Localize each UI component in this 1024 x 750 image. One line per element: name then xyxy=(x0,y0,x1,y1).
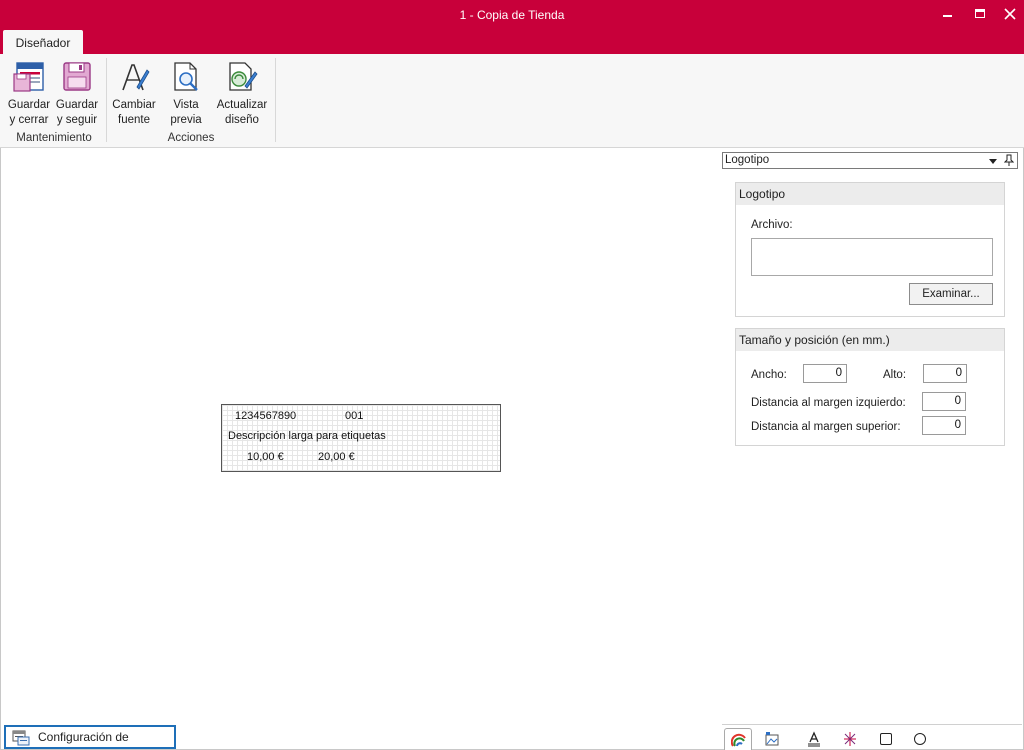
configuracion-etiqueta-label: Configuración de etiqueta xyxy=(38,730,129,744)
tab-disenador[interactable]: Diseñador xyxy=(3,30,83,54)
rectangle-icon xyxy=(880,733,892,745)
archivo-input[interactable] xyxy=(751,238,993,276)
rectangle-tool[interactable] xyxy=(872,728,900,750)
image-tool[interactable] xyxy=(758,728,786,750)
object-selector-value: Logotipo xyxy=(725,154,770,166)
alto-input[interactable]: 0 xyxy=(923,364,967,383)
cambiar-fuente-button[interactable]: Cambiar fuente xyxy=(111,60,157,128)
image-icon xyxy=(765,732,779,746)
pin-icon[interactable] xyxy=(1004,154,1014,166)
examinar-button[interactable]: Examinar... xyxy=(909,283,993,305)
title-bar: 1 - Copia de Tienda xyxy=(0,0,1024,30)
label-price2-field[interactable]: 20,00 € xyxy=(318,451,355,463)
label-design-canvas[interactable]: 1234567890 001 Descripción larga para et… xyxy=(221,404,501,472)
margen-superior-input[interactable]: 0 xyxy=(922,416,966,435)
label-settings-icon xyxy=(12,730,30,746)
cambiar-fuente-label: Cambiar fuente xyxy=(112,99,156,126)
font-icon xyxy=(122,64,150,91)
margen-izquierdo-input[interactable]: 0 xyxy=(922,392,966,411)
barcode-tool[interactable] xyxy=(836,728,864,750)
guardar-seguir-label: Guardar y seguir xyxy=(55,99,99,126)
minimize-icon xyxy=(943,15,952,17)
size-position-group-header: Tamaño y posición (en mm.) xyxy=(736,329,1004,351)
logotipo-group-header: Logotipo xyxy=(736,183,1004,205)
minimize-button[interactable] xyxy=(937,4,959,24)
circle-icon xyxy=(914,733,926,745)
configuracion-etiqueta-button[interactable]: Configuración de etiqueta xyxy=(4,725,176,749)
label-code-field[interactable]: 001 xyxy=(345,410,363,422)
maximize-button[interactable] xyxy=(969,4,991,24)
archivo-label: Archivo: xyxy=(751,219,793,231)
margen-izquierdo-label: Distancia al margen izquierdo: xyxy=(751,397,906,409)
save-close-icon xyxy=(13,62,44,92)
chevron-down-icon[interactable] xyxy=(989,159,997,164)
label-barcode-field[interactable]: 1234567890 xyxy=(235,410,296,422)
maximize-icon xyxy=(975,9,985,18)
group-acciones-label: Acciones xyxy=(167,132,215,144)
ribbon-separator xyxy=(106,58,107,142)
barcode-icon xyxy=(844,732,856,746)
label-description-field[interactable]: Descripción larga para etiquetas xyxy=(228,430,386,442)
actualizar-diseno-label: Actualizar diseño xyxy=(216,99,268,126)
vista-previa-label: Vista previa xyxy=(170,99,202,126)
preview-icon xyxy=(174,62,198,91)
ancho-label: Ancho: xyxy=(751,369,787,381)
close-icon xyxy=(1004,8,1016,20)
group-mantenimiento-label: Mantenimiento xyxy=(16,132,92,144)
close-button[interactable] xyxy=(999,4,1021,24)
save-icon xyxy=(63,62,91,91)
guardar-cerrar-button[interactable]: Guardar y cerrar xyxy=(6,60,52,128)
label-price1-field[interactable]: 10,00 € xyxy=(247,451,284,463)
guardar-seguir-button[interactable]: Guardar y seguir xyxy=(54,60,100,128)
text-icon xyxy=(808,731,820,747)
guardar-cerrar-label: Guardar y cerrar xyxy=(7,99,51,126)
margen-superior-label: Distancia al margen superior: xyxy=(751,421,901,433)
vista-previa-button[interactable]: Vista previa xyxy=(164,60,208,128)
text-tool[interactable] xyxy=(800,728,828,750)
alto-label: Alto: xyxy=(883,369,907,381)
tool-strip xyxy=(722,724,1022,750)
palette-tool[interactable] xyxy=(724,728,752,750)
ribbon-separator xyxy=(275,58,276,142)
actualizar-diseno-button[interactable]: Actualizar diseño xyxy=(214,60,270,128)
palette-icon xyxy=(731,733,746,747)
circle-tool[interactable] xyxy=(906,728,934,750)
refresh-design-icon xyxy=(229,62,258,91)
object-selector-dropdown[interactable]: Logotipo xyxy=(722,152,1018,169)
window-title: 1 - Copia de Tienda xyxy=(459,8,565,22)
ancho-input[interactable]: 0 xyxy=(803,364,847,383)
ribbon-tabstrip: Diseñador xyxy=(0,30,1024,54)
ribbon: Guardar y cerrar Guardar y seguir Manten… xyxy=(0,54,1024,148)
